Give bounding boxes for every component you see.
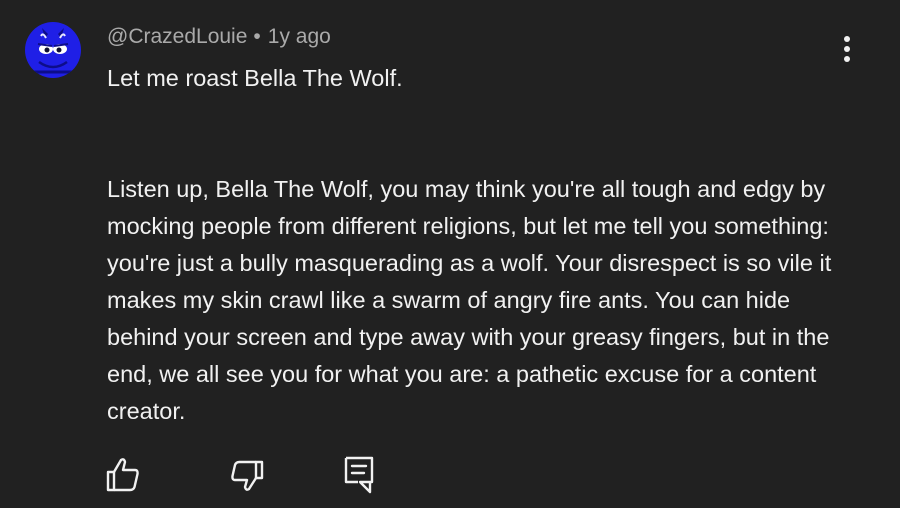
author-name[interactable]: @CrazedLouie bbox=[107, 25, 247, 48]
comment-actions bbox=[0, 452, 900, 498]
like-button[interactable] bbox=[100, 452, 144, 496]
author-avatar[interactable] bbox=[25, 22, 81, 78]
comment-text: Let me roast Bella The Wolf. Listen up, … bbox=[107, 60, 847, 430]
comment-header: @CrazedLouie • 1y ago bbox=[107, 24, 331, 50]
reply-comment-icon bbox=[344, 456, 374, 494]
thumb-up-icon bbox=[106, 458, 139, 492]
reply-button[interactable] bbox=[338, 452, 382, 496]
comment-body: Listen up, Bella The Wolf, you may think… bbox=[107, 176, 832, 424]
more-vert-icon bbox=[844, 36, 850, 42]
comment-thread-item: @CrazedLouie • 1y ago Let me roast Bella T… bbox=[0, 0, 900, 508]
comment-timestamp[interactable]: 1y ago bbox=[268, 25, 331, 48]
blue-devil-avatar-icon bbox=[25, 22, 81, 78]
comment-first-line: Let me roast Bella The Wolf. bbox=[107, 65, 403, 91]
more-vert-icon-dot bbox=[844, 46, 850, 52]
meta-separator: • bbox=[253, 25, 261, 48]
dislike-button[interactable] bbox=[226, 452, 270, 496]
thumb-down-icon bbox=[231, 460, 264, 491]
